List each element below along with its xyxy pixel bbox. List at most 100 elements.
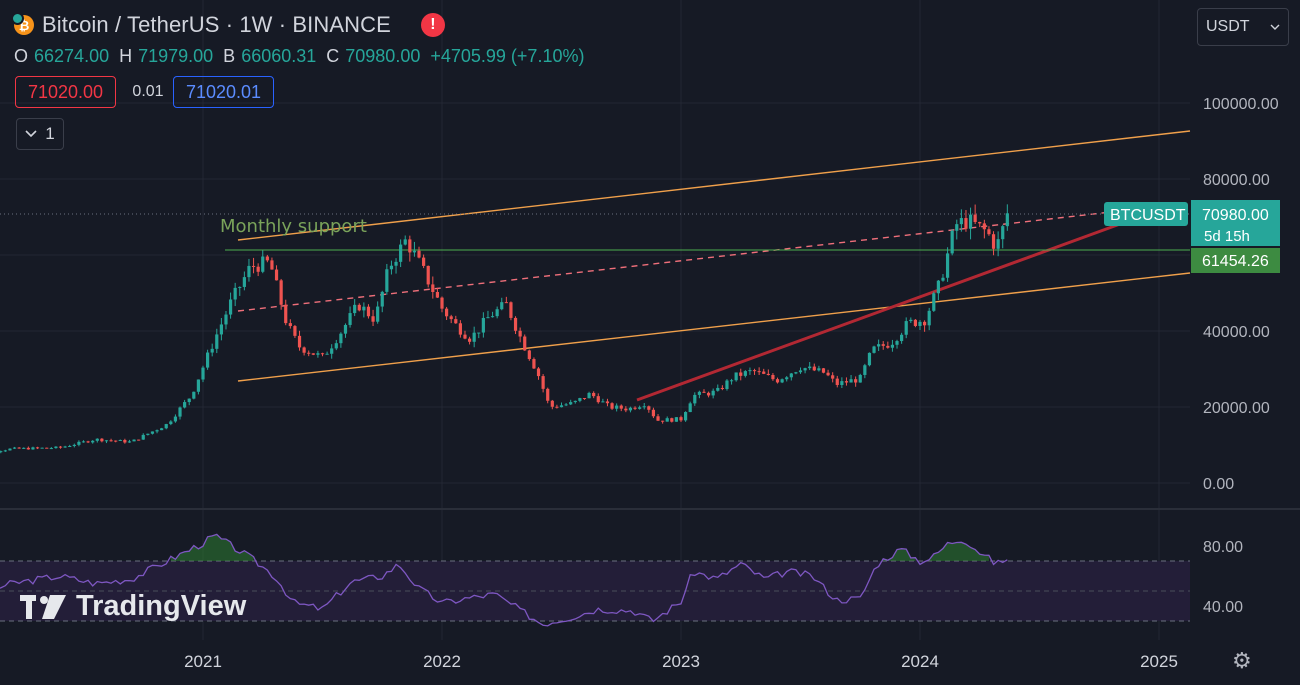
candle-body (670, 418, 674, 422)
candle-body (307, 352, 311, 354)
candle-body (762, 371, 766, 374)
candle-body (821, 368, 826, 373)
candle-body (1001, 226, 1005, 240)
currency-select[interactable]: USDT (1197, 8, 1289, 46)
candle-body (449, 316, 453, 320)
candle-body (513, 317, 518, 331)
candle-body (247, 265, 251, 278)
candle-body (183, 402, 187, 408)
candle-body (624, 408, 628, 411)
candle-body (803, 368, 807, 371)
candle-body (288, 323, 292, 327)
candle-body (697, 391, 701, 395)
high-key: H (119, 46, 133, 66)
candle-body (826, 372, 830, 376)
candle-body (233, 287, 237, 300)
candle-body (550, 400, 554, 407)
candle-body (118, 439, 122, 441)
candle-body (808, 366, 812, 369)
chevron-down-icon (25, 130, 37, 138)
candle-body (224, 314, 228, 325)
candle-body (477, 332, 481, 334)
candle-body (467, 338, 472, 342)
market-status-dot (11, 12, 24, 25)
candle-body (141, 434, 145, 440)
candle-body (918, 321, 922, 326)
candle-body (900, 334, 904, 342)
candle-body (274, 269, 279, 281)
candle-body (527, 350, 531, 360)
candle-body (389, 265, 394, 270)
candle-body (431, 284, 435, 293)
candle-body (270, 260, 274, 270)
buy-button[interactable]: 71020.01 (173, 76, 274, 108)
candle-body (785, 377, 789, 380)
candle-body (817, 368, 821, 371)
sell-button[interactable]: 71020.00 (15, 76, 116, 108)
candle-body (284, 304, 288, 324)
candle-body (380, 291, 384, 307)
candle-body (1005, 213, 1009, 227)
candle-body (840, 381, 844, 385)
candle-body (279, 280, 283, 305)
upper-channel-line (237, 130, 1191, 241)
candle-body (297, 335, 302, 348)
candle-body (173, 416, 178, 422)
candle-body (638, 407, 642, 409)
candle-body (973, 214, 977, 222)
candle-body (582, 398, 587, 400)
candle-body (536, 368, 541, 377)
close-key: C (326, 46, 340, 66)
support-price-label: 61454.26 (1202, 253, 1269, 270)
candle-body (251, 265, 256, 267)
candle-body (463, 334, 467, 339)
candle-body (63, 446, 67, 448)
candle-body (615, 405, 619, 409)
indicators-count: 1 (45, 124, 55, 143)
price-axis-label: 20000.00 (1203, 400, 1270, 417)
candle-body (913, 319, 918, 326)
candle-body (881, 344, 885, 346)
candle-body (895, 341, 899, 345)
candle-body (794, 372, 798, 374)
candle-body (647, 406, 651, 410)
candle-body (996, 239, 1000, 249)
candle-body (932, 293, 936, 311)
time-axis-label: 2021 (184, 652, 222, 671)
candle-body (766, 373, 770, 375)
candle-body (261, 256, 265, 272)
candle-body (877, 344, 881, 347)
candle-body (100, 438, 104, 442)
candle-body (739, 372, 743, 376)
candle-body (509, 302, 513, 318)
gear-icon[interactable]: ⚙ (1232, 648, 1252, 674)
candle-body (904, 321, 908, 335)
candle-body (353, 304, 357, 314)
candle-body (661, 420, 665, 422)
candle-body (22, 447, 26, 449)
candle-body (31, 447, 35, 450)
candle-body (26, 447, 30, 450)
candle-body (555, 406, 559, 408)
candle-body (936, 280, 940, 294)
alert-icon[interactable]: ! (420, 13, 445, 37)
candle-body (35, 447, 40, 449)
candle-body (523, 336, 527, 351)
candle-body (941, 277, 945, 281)
candle-body (164, 424, 168, 429)
symbol-title[interactable]: Bitcoin / TetherUS · 1W · BINANCE (42, 12, 391, 38)
candle-body (403, 239, 407, 245)
candle-body (458, 323, 462, 335)
price-axis-label: 80000.00 (1203, 172, 1270, 189)
price-axis-label: 100000.00 (1203, 96, 1279, 113)
candle-body (265, 256, 269, 261)
candle-body (205, 352, 210, 368)
rsi-overbought-fill (170, 534, 254, 561)
candle-body (922, 321, 927, 326)
candle-body (357, 304, 361, 311)
last-price-label: 70980.00 (1202, 207, 1269, 224)
candle-body (909, 319, 913, 322)
indicators-toggle-button[interactable]: 1 (16, 118, 64, 150)
candle-body (8, 448, 12, 451)
candle-body (490, 316, 495, 318)
